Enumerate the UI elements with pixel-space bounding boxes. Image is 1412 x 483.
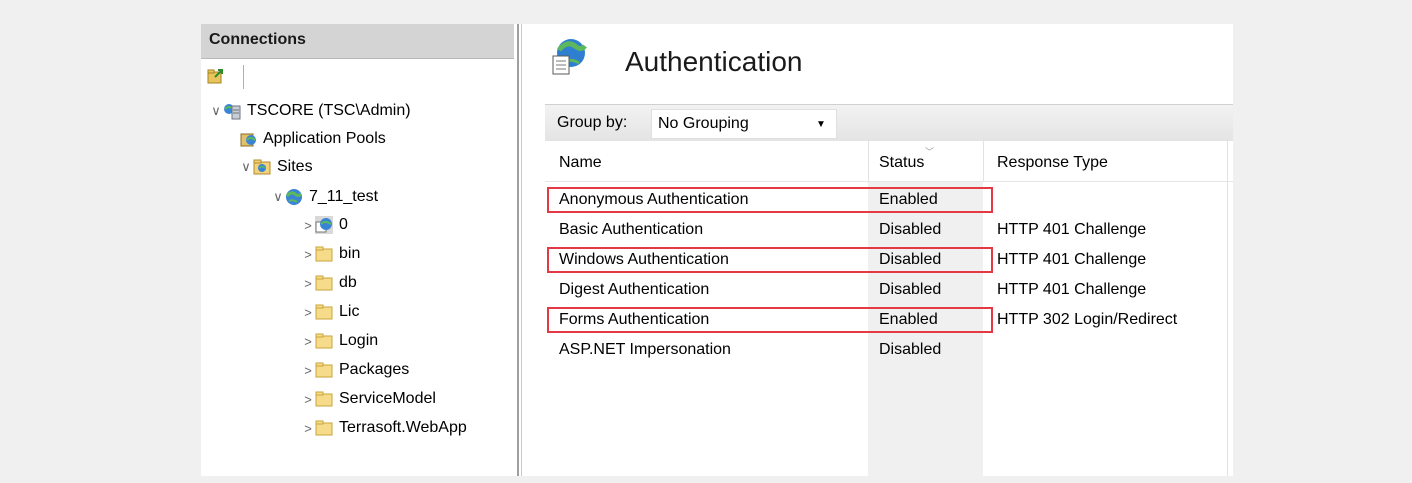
panel-splitter[interactable] (514, 24, 524, 476)
tree-node-site-7-11-test[interactable]: ∨ 7_11_test (271, 184, 378, 210)
folder-icon (315, 274, 333, 292)
expand-chevron-icon[interactable]: > (301, 363, 315, 378)
collapse-chevron-icon[interactable]: ∨ (271, 189, 285, 205)
tree-node-label: TSCORE (TSC\Admin) (247, 102, 411, 119)
tree-node-folder-bin[interactable]: > bin (301, 241, 360, 267)
table-row[interactable]: Digest Authentication Disabled HTTP 401 … (545, 276, 1233, 306)
expand-chevron-icon[interactable]: > (301, 247, 315, 262)
toolbar-separator (243, 65, 244, 89)
folder-icon (315, 361, 333, 379)
expand-chevron-icon[interactable]: > (301, 305, 315, 320)
row-name: ASP.NET Impersonation (559, 341, 731, 358)
group-by-bar: Group by: No Grouping ▼ (545, 104, 1233, 142)
row-status: Disabled (879, 341, 942, 358)
tree-node-label: Packages (339, 361, 410, 378)
table-row[interactable]: ASP.NET Impersonation Disabled (545, 336, 1233, 366)
expand-chevron-icon[interactable]: > (301, 334, 315, 349)
row-status: Disabled (879, 281, 942, 298)
row-status: Disabled (879, 221, 942, 238)
folder-icon (315, 245, 333, 263)
tree-node-label: Sites (277, 158, 313, 175)
create-connection-icon[interactable] (207, 67, 225, 85)
dropdown-arrow-icon: ▼ (816, 119, 826, 130)
tree-node-folder-packages[interactable]: > Packages (301, 357, 409, 383)
row-response-type: HTTP 401 Challenge (997, 281, 1147, 298)
folder-icon (315, 419, 333, 437)
tree-node-label: Login (339, 332, 379, 349)
server-icon (223, 102, 241, 120)
column-header-status[interactable]: Status (879, 154, 924, 172)
folder-icon (315, 332, 333, 350)
tree-node-app-0[interactable]: > 0 (301, 212, 348, 238)
highlight-box-forms (547, 307, 993, 333)
collapse-chevron-icon[interactable]: ∨ (209, 103, 223, 119)
tree-node-folder-servicemodel[interactable]: > ServiceModel (301, 386, 436, 412)
row-response-type: HTTP 401 Challenge (997, 251, 1147, 268)
connections-panel: Connections ∨ TSCORE (TSC\Admin) Applica… (201, 24, 514, 476)
tree-node-label: bin (339, 245, 361, 262)
tree-node-label: db (339, 274, 357, 291)
expand-chevron-icon[interactable]: > (301, 218, 315, 233)
row-name: Digest Authentication (559, 281, 710, 298)
tree-node-label: Terrasoft.WebApp (339, 419, 467, 436)
tree-node-folder-terrasoft-webapp[interactable]: > Terrasoft.WebApp (301, 415, 467, 441)
collapse-chevron-icon[interactable]: ∨ (239, 159, 253, 175)
connections-title: Connections (209, 31, 306, 48)
highlight-box-anonymous (547, 187, 993, 213)
authentication-globe-icon (549, 36, 589, 76)
page-title: Authentication (625, 46, 803, 77)
globe-icon (285, 188, 303, 206)
row-response-type: HTTP 302 Login/Redirect (997, 311, 1178, 328)
column-header-name[interactable]: Name (559, 154, 602, 172)
web-app-icon (315, 216, 333, 234)
tree-node-label: Lic (339, 303, 360, 320)
folder-icon (315, 390, 333, 408)
folder-icon (315, 303, 333, 321)
tree-node-sites[interactable]: ∨ Sites (239, 154, 313, 180)
column-divider (868, 141, 869, 181)
app-pools-icon (239, 130, 257, 148)
highlight-box-windows (547, 247, 993, 273)
tree-node-label: 7_11_test (309, 188, 379, 205)
table-row[interactable]: Basic Authentication Disabled HTTP 401 C… (545, 216, 1233, 246)
group-by-dropdown[interactable]: No Grouping ▼ (651, 109, 837, 139)
column-divider (983, 141, 984, 181)
expand-chevron-icon[interactable]: > (301, 392, 315, 407)
table-header: Name Status Response Type (545, 141, 1233, 182)
authentication-feature-panel: Authentication Group by: No Grouping ▼ N… (545, 24, 1233, 476)
tree-node-server[interactable]: ∨ TSCORE (TSC\Admin) (209, 98, 411, 124)
expand-chevron-icon[interactable]: > (301, 421, 315, 436)
group-by-value: No Grouping (658, 115, 749, 132)
group-by-label: Group by: (557, 114, 628, 131)
column-header-response-type[interactable]: Response Type (997, 154, 1108, 172)
sites-folder-icon (253, 158, 271, 176)
expand-chevron-icon[interactable]: > (301, 276, 315, 291)
sort-indicator-icon: ﹀ (925, 147, 935, 157)
row-response-type: HTTP 401 Challenge (997, 221, 1147, 238)
tree-node-folder-lic[interactable]: > Lic (301, 299, 359, 325)
tree-node-label: 0 (339, 216, 348, 233)
connections-header: Connections (201, 24, 514, 59)
tree-node-label: ServiceModel (339, 390, 436, 407)
tree-node-folder-login[interactable]: > Login (301, 328, 378, 354)
iis-manager-window: Connections ∨ TSCORE (TSC\Admin) Applica… (201, 24, 1233, 476)
row-name: Basic Authentication (559, 221, 704, 238)
tree-node-folder-db[interactable]: > db (301, 270, 357, 296)
connections-toolbar (201, 59, 514, 95)
tree-node-application-pools[interactable]: Application Pools (239, 126, 386, 152)
tree-node-label: Application Pools (263, 130, 386, 147)
